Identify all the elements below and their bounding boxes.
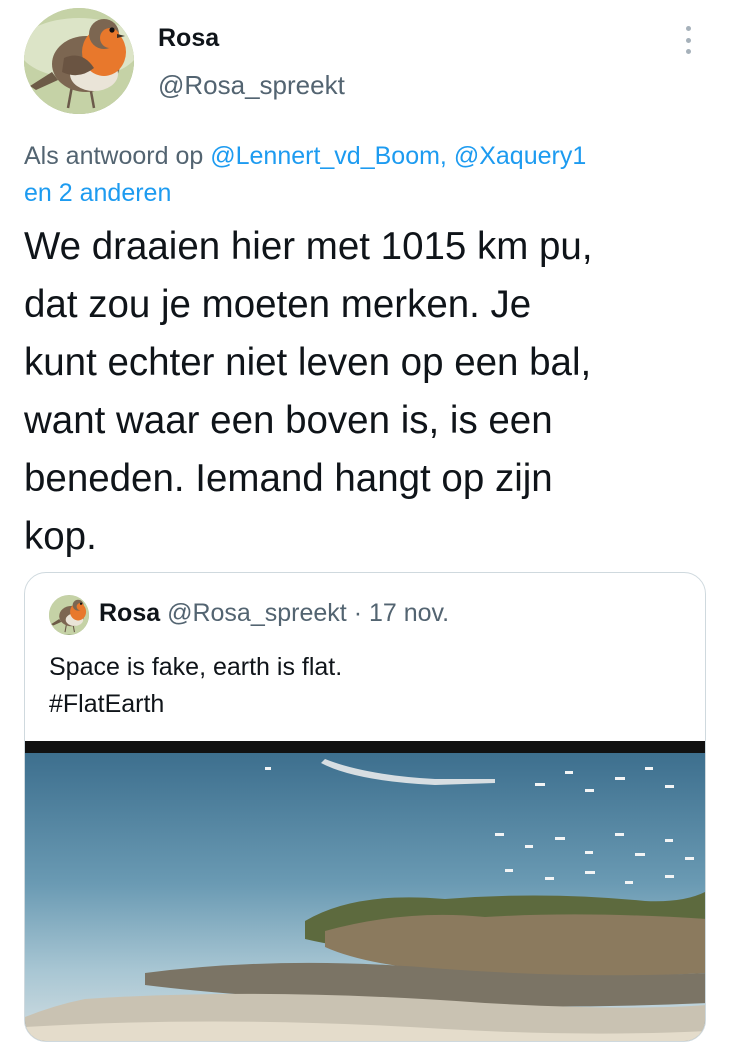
quoted-text-line: Space is fake, earth is flat. <box>49 653 343 681</box>
tweet-text-line: dat zou je moeten merken. Je <box>24 283 532 326</box>
mention-xaquery[interactable]: @Xaquery1 <box>454 142 586 170</box>
quoted-author-name: Rosa <box>99 599 161 627</box>
meta-separator: · <box>353 599 363 627</box>
quoted-author-avatar <box>49 595 89 635</box>
more-dot-icon <box>685 26 691 31</box>
mention-others[interactable]: en 2 anderen <box>24 179 171 207</box>
more-dot-icon <box>685 37 691 43</box>
more-dot-icon <box>685 49 691 54</box>
author-avatar[interactable] <box>24 8 134 114</box>
tweet-text-line: kunt echter niet leven op een bal, <box>24 341 592 384</box>
upside-down-coastline-photo <box>25 741 705 1041</box>
tweet-text-line: kop. <box>24 515 97 558</box>
quoted-tweet-media[interactable] <box>25 741 705 1041</box>
quoted-author-handle: @Rosa_spreekt <box>167 599 347 627</box>
tweet-text-line: We draaien hier met 1015 km pu, <box>24 225 593 268</box>
reply-prefix: Als antwoord op <box>24 142 204 170</box>
reply-context: Als antwoord op @Lennert_vd_Boom, @Xaque… <box>24 138 704 212</box>
robin-bird-avatar <box>24 8 134 114</box>
tweet-text: We draaien hier met 1015 km pu, dat zou … <box>24 218 714 566</box>
hashtag-flatearth: #FlatEarth <box>49 690 165 718</box>
author-display-name[interactable]: Rosa <box>158 24 219 53</box>
quoted-tweet-date: 17 nov. <box>368 599 450 627</box>
quoted-tweet-card[interactable]: Rosa @Rosa_spreekt · 17 nov. Space is fa… <box>24 572 706 1042</box>
tweet-text-line: beneden. Iemand hangt op zijn <box>24 457 553 500</box>
author-handle[interactable]: @Rosa_spreekt <box>158 70 345 101</box>
more-options-button[interactable] <box>674 22 702 58</box>
quoted-tweet-text: Space is fake, earth is flat. #FlatEarth <box>49 649 342 723</box>
quoted-tweet-header: Rosa @Rosa_spreekt · 17 nov. <box>99 599 449 628</box>
mention-lennert[interactable]: @Lennert_vd_Boom, <box>210 142 447 170</box>
tweet-text-line: want waar een boven is, is een <box>24 399 553 442</box>
robin-bird-avatar <box>49 595 89 635</box>
